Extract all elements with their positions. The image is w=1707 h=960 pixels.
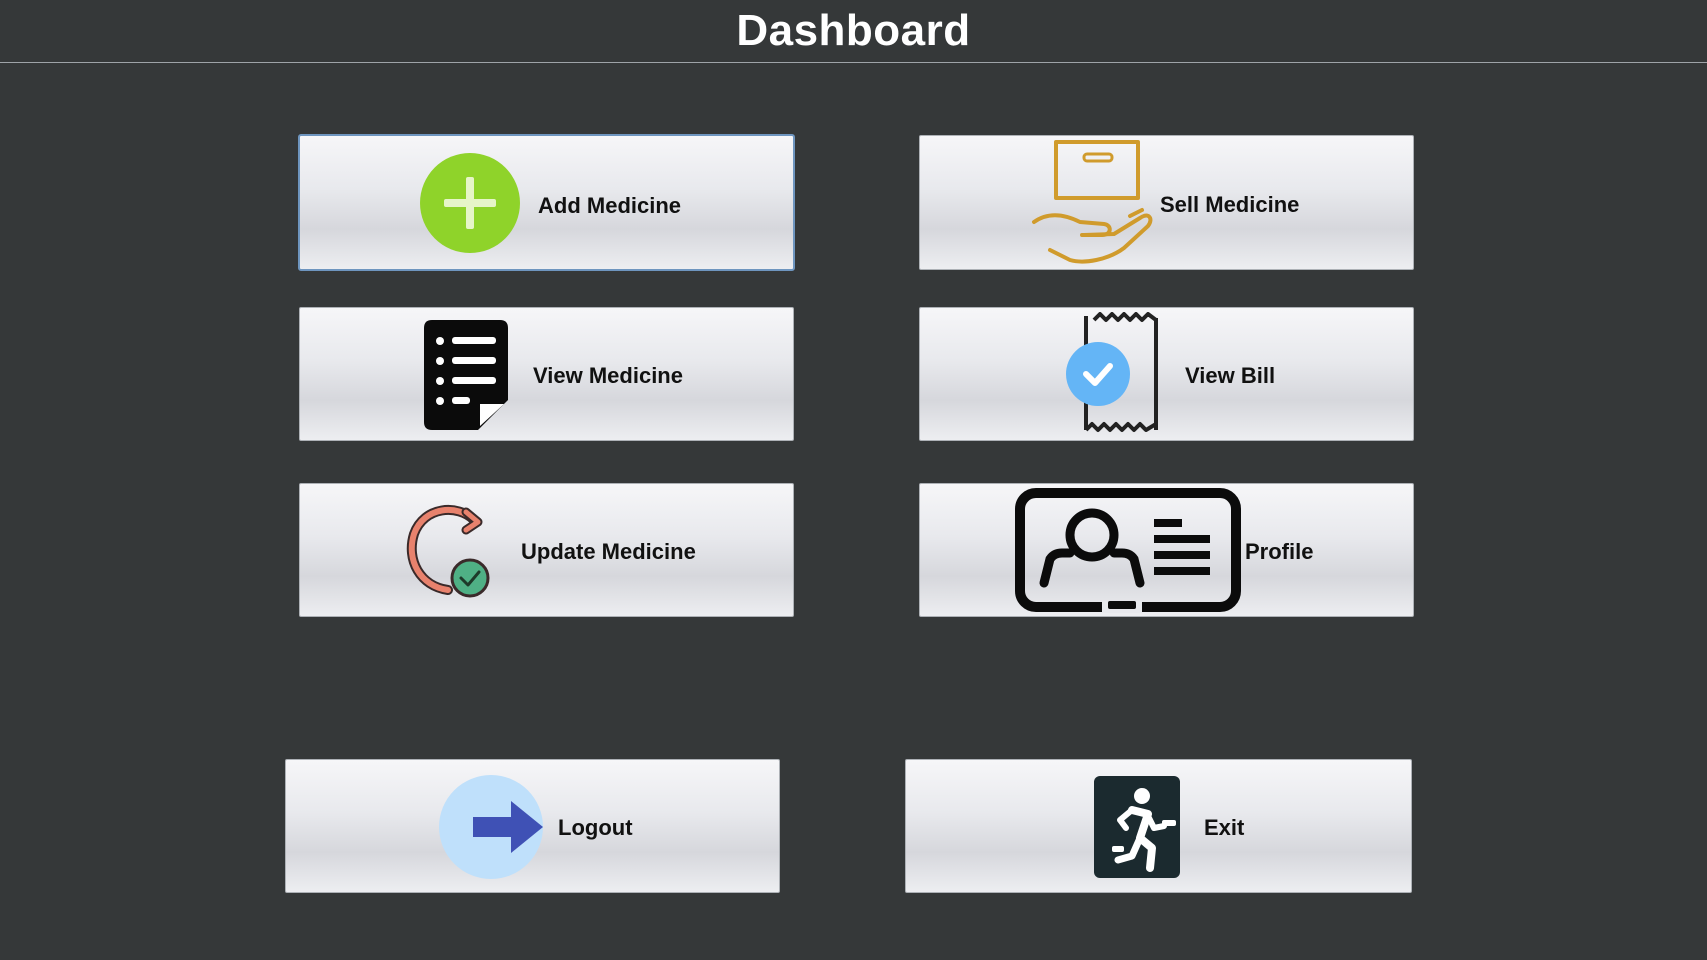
exit-label: Exit bbox=[1204, 815, 1245, 840]
arrow-right-icon bbox=[439, 775, 543, 879]
update-medicine-button[interactable]: Update Medicine bbox=[299, 483, 794, 617]
id-card-icon bbox=[1014, 487, 1242, 613]
box-in-hand-icon bbox=[1030, 138, 1156, 268]
sell-medicine-button[interactable]: Sell Medicine bbox=[919, 135, 1414, 270]
logout-label: Logout bbox=[558, 815, 633, 840]
refresh-check-icon bbox=[406, 504, 492, 600]
page-title: Dashboard bbox=[736, 6, 971, 55]
view-bill-label: View Bill bbox=[1185, 363, 1276, 388]
running-exit-icon bbox=[1094, 776, 1180, 878]
plus-circle-icon bbox=[420, 153, 520, 253]
view-bill-button[interactable]: View Bill bbox=[919, 307, 1414, 441]
update-medicine-label: Update Medicine bbox=[521, 539, 696, 564]
profile-label: Profile bbox=[1245, 539, 1314, 564]
exit-button[interactable]: Exit bbox=[905, 759, 1412, 893]
sell-medicine-label: Sell Medicine bbox=[1160, 192, 1300, 217]
header-divider bbox=[0, 62, 1707, 63]
add-medicine-button[interactable]: Add Medicine bbox=[298, 134, 795, 271]
profile-button[interactable]: Profile bbox=[919, 483, 1414, 617]
add-medicine-label: Add Medicine bbox=[538, 193, 682, 218]
document-list-icon bbox=[424, 320, 508, 430]
view-medicine-label: View Medicine bbox=[533, 363, 683, 388]
logout-button[interactable]: Logout bbox=[285, 759, 780, 893]
receipt-check-icon bbox=[1064, 312, 1174, 438]
view-medicine-button[interactable]: View Medicine bbox=[299, 307, 794, 441]
